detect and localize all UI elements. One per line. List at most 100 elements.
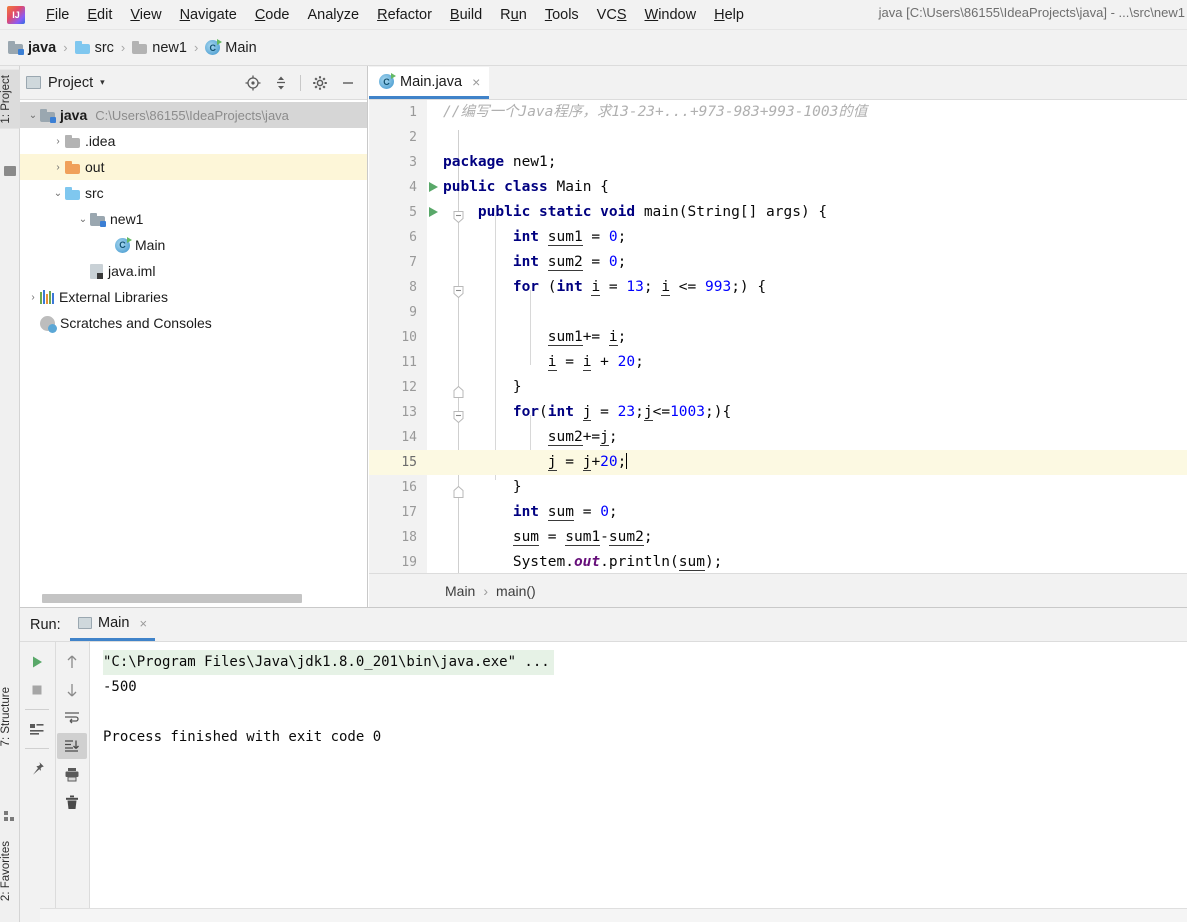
chevron-right-icon[interactable]: › [76,266,90,277]
sidebar-tab-structure[interactable]: 7: Structure [0,682,20,751]
sidebar-tab-favorites[interactable]: 2: Favorites [0,836,20,906]
menu-item-analyze[interactable]: Analyze [299,4,369,26]
run-config-icon [78,617,92,629]
menu-item-run[interactable]: Run [491,4,536,26]
hide-panel-icon[interactable] [335,71,361,95]
chevron-right-icon[interactable]: › [26,318,40,329]
code-line-10[interactable]: 10 sum1+= i; [369,325,1187,350]
close-icon[interactable]: × [139,616,147,631]
tree-item-out[interactable]: › out [20,154,367,180]
line-number: 12 [401,380,417,395]
project-view-icon [26,76,41,89]
code-line-8[interactable]: 8 for (int i = 13; i <= 993;) { [369,275,1187,300]
down-arrow-icon[interactable] [57,677,87,703]
collapse-all-icon[interactable] [268,71,294,95]
menu-item-build[interactable]: Build [441,4,491,26]
pin-tab-icon[interactable] [22,755,52,781]
editor-breadcrumb-method[interactable]: main() [496,583,536,599]
editor-tab-main-java[interactable]: Main.java × [369,67,490,99]
code-text: } [443,379,522,395]
editor-breadcrumb-class[interactable]: Main [445,583,475,599]
line-number: 13 [401,405,417,420]
breadcrumb-item-src[interactable]: src [74,40,114,56]
tree-item-java-iml[interactable]: › java.iml [20,258,367,284]
code-line-2[interactable]: 2 [369,125,1187,150]
code-line-16[interactable]: 16 } [369,475,1187,500]
menu-item-vcs[interactable]: VCS [588,4,636,26]
code-line-5[interactable]: 5 public static void main(String[] args)… [369,200,1187,225]
console-line: -500 [103,679,137,695]
code-line-19[interactable]: 19 System.out.println(sum); [369,550,1187,573]
chevron-right-icon[interactable]: › [51,162,65,173]
close-icon[interactable]: × [472,74,480,90]
code-line-18[interactable]: 18 sum = sum1-sum2; [369,525,1187,550]
line-number: 2 [409,130,417,145]
run-tab-main[interactable]: Main × [70,608,156,641]
menu-item-window[interactable]: Window [636,4,706,26]
tree-item-scratches-and-consoles[interactable]: › Scratches and Consoles [20,310,367,336]
console-horizontal-scrollbar[interactable] [40,908,1187,922]
breadcrumb-item-main[interactable]: Main [205,39,257,56]
rerun-icon[interactable] [22,649,52,675]
tree-item-external-libraries[interactable]: › External Libraries [20,284,367,310]
chevron-down-icon[interactable]: ▾ [100,77,105,88]
tree-item-main[interactable]: › Main [20,232,367,258]
menu-item-code[interactable]: Code [246,4,299,26]
menu-item-help[interactable]: Help [705,4,753,26]
menu-item-tools[interactable]: Tools [536,4,588,26]
line-number: 4 [409,180,417,195]
code-line-9[interactable]: 9 [369,300,1187,325]
tree-item--idea[interactable]: › .idea [20,128,367,154]
code-text: i = i + 20; [547,354,644,371]
code-line-14[interactable]: 14 sum2+=j; [369,425,1187,450]
menu-item-file[interactable]: File [37,4,78,26]
code-line-3[interactable]: 3 package new1; [369,150,1187,175]
menu-item-refactor[interactable]: Refactor [368,4,441,26]
trash-icon[interactable] [57,789,87,815]
code-line-13[interactable]: 13 for(int j = 23;j<=1003;){ [369,400,1187,425]
editor-tab-bar: Main.java × [369,66,1187,100]
code-editor[interactable]: 1 //编写一个Java程序，求13-23+...+973-983+993-100… [369,100,1187,573]
chevron-right-icon[interactable]: › [51,136,65,147]
code-line-4[interactable]: 4 public class Main { [369,175,1187,200]
stop-icon[interactable] [22,677,52,703]
menu-item-edit[interactable]: Edit [78,4,121,26]
up-arrow-icon[interactable] [57,649,87,675]
code-line-11[interactable]: 11 i = i + 20; [369,350,1187,375]
tree-item-src[interactable]: ⌄ src [20,180,367,206]
locate-icon[interactable] [240,71,266,95]
line-number: 7 [409,255,417,270]
sidebar-tab-project[interactable]: 1: Project [0,70,20,129]
breadcrumb-item-java[interactable]: java [8,40,56,56]
sidebar-tab-label: 2: Favorites [0,841,12,902]
code-line-1[interactable]: 1 //编写一个Java程序，求13-23+...+973-983+993-100… [369,100,1187,125]
menu-item-view[interactable]: View [121,4,170,26]
chevron-down-icon[interactable]: ⌄ [26,110,40,121]
code-line-12[interactable]: 12 } [369,375,1187,400]
chevron-down-icon[interactable]: ⌄ [51,188,65,199]
code-line-7[interactable]: 7 int sum2 = 0; [369,250,1187,275]
line-number: 3 [409,155,417,170]
soft-wrap-icon[interactable] [57,705,87,731]
scroll-to-end-icon[interactable] [57,733,88,759]
breadcrumb-item-new1[interactable]: new1 [132,40,187,56]
code-line-6[interactable]: 6 int sum1 = 0; [369,225,1187,250]
console-view-icon[interactable] [22,716,52,742]
run-gutter-icon[interactable] [429,182,438,192]
chevron-right-icon[interactable]: › [26,292,40,303]
menu-item-navigate[interactable]: Navigate [171,4,246,26]
structure-icon [4,811,16,823]
chevron-right-icon[interactable]: › [101,240,115,251]
settings-gear-icon[interactable] [307,71,333,95]
project-horizontal-scrollbar[interactable] [42,594,302,603]
run-gutter-icon[interactable] [429,207,438,217]
tree-item-java[interactable]: ⌄ java C:\Users\86155\IdeaProjects\java [20,102,367,128]
tree-item-new1[interactable]: ⌄ new1 [20,206,367,232]
tree-item-label: .idea [85,133,116,149]
run-console-output[interactable]: "C:\Program Files\Java\jdk1.8.0_201\bin\… [91,642,1187,922]
code-line-15[interactable]: 15 j = j+20; [369,450,1187,475]
code-line-17[interactable]: 17 int sum = 0; [369,500,1187,525]
libraries-icon [40,290,54,304]
chevron-down-icon[interactable]: ⌄ [76,214,90,225]
print-icon[interactable] [57,761,87,787]
